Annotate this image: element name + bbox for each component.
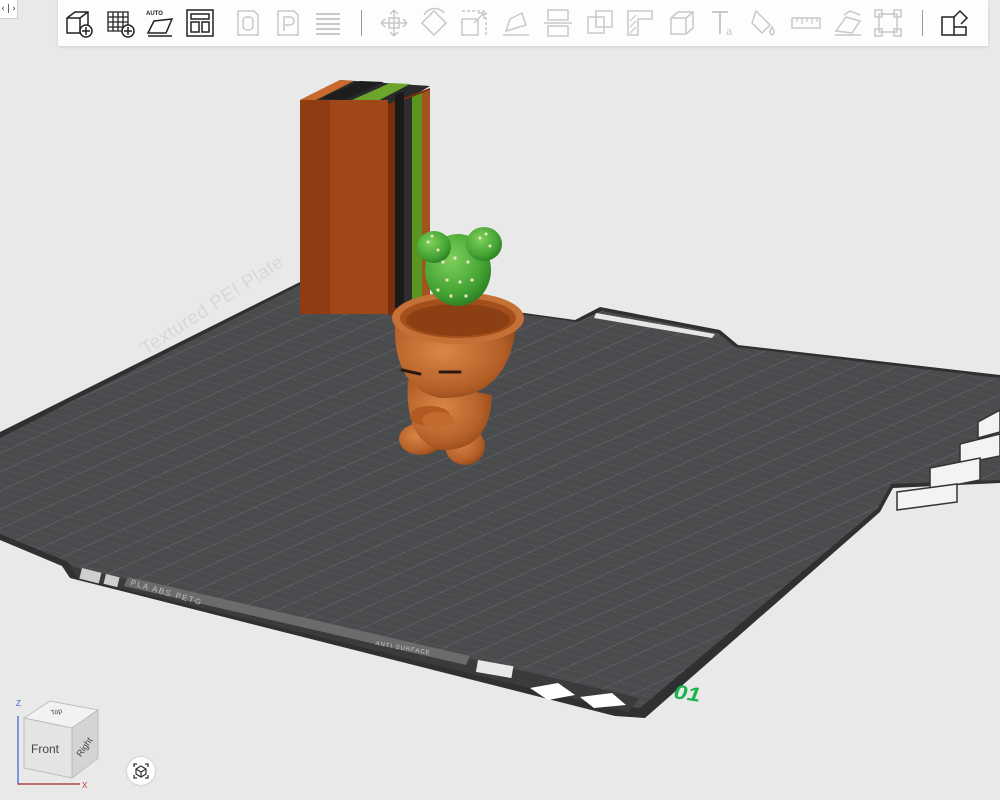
- main-toolbar: AUTO a: [58, 0, 988, 46]
- measure-icon: [791, 17, 821, 29]
- sidebar-toggle-button[interactable]: ‹|›: [0, 0, 18, 19]
- arrange-icon: [186, 9, 214, 37]
- assembly-button[interactable]: [832, 7, 864, 39]
- arrange-plate-icon[interactable]: [978, 412, 1000, 436]
- support-paint-icon: [627, 10, 653, 36]
- assembly-icon: [834, 10, 862, 36]
- add-object-button[interactable]: [62, 7, 94, 39]
- mesh-repair-button[interactable]: [872, 7, 904, 39]
- 3d-viewport[interactable]: [0, 0, 1000, 800]
- view-cube[interactable]: Top Front Right Z X: [10, 696, 110, 791]
- plate-number: 01: [672, 681, 702, 707]
- plate-type-icon[interactable]: [897, 485, 957, 509]
- arrange-button[interactable]: [184, 7, 216, 39]
- scale-icon: [461, 10, 487, 36]
- sidebar-toggle-icon: ‹|›: [0, 4, 17, 14]
- boolean-icon: [587, 10, 613, 34]
- assembly-view-icon: [941, 9, 969, 36]
- camera-view-icon: [133, 763, 149, 779]
- scale-button[interactable]: [458, 7, 490, 39]
- cut-button[interactable]: [542, 7, 574, 39]
- text-button[interactable]: a: [708, 7, 740, 39]
- color-paint-icon: [751, 9, 775, 36]
- camera-view-button[interactable]: [127, 757, 155, 785]
- text-icon: a: [712, 11, 733, 38]
- lay-on-face-icon: [503, 11, 529, 36]
- variable-layer-height-button[interactable]: [312, 7, 344, 39]
- measure-button[interactable]: [790, 7, 822, 39]
- support-paint-button[interactable]: [624, 7, 656, 39]
- plate-settings-icon[interactable]: [960, 436, 1000, 462]
- split-objects-button[interactable]: [232, 7, 264, 39]
- auto-orient-button[interactable]: AUTO: [144, 7, 176, 39]
- rotate-button[interactable]: [418, 7, 450, 39]
- split-parts-icon: [277, 10, 299, 36]
- variable-layer-height-icon: [316, 13, 340, 35]
- move-button[interactable]: [378, 7, 410, 39]
- svg-text:a: a: [726, 26, 733, 38]
- svg-text:AUTO: AUTO: [146, 11, 163, 17]
- add-plate-button[interactable]: [104, 7, 136, 39]
- seam-paint-icon: [670, 11, 694, 35]
- seam-paint-button[interactable]: [666, 7, 698, 39]
- color-paint-button[interactable]: [748, 7, 780, 39]
- split-parts-button[interactable]: [272, 7, 304, 39]
- assembly-view-button[interactable]: [938, 7, 970, 39]
- mesh-repair-icon: [874, 9, 902, 37]
- auto-orient-icon: AUTO: [146, 11, 174, 37]
- wipe-tower[interactable]: [300, 80, 430, 316]
- move-icon: [380, 9, 408, 37]
- add-object-icon: [66, 11, 93, 38]
- axis-z-label: Z: [16, 699, 21, 708]
- split-objects-icon: [237, 10, 259, 36]
- boolean-button[interactable]: [584, 7, 616, 39]
- axis-x-label: X: [82, 781, 88, 790]
- add-plate-icon: [107, 11, 135, 38]
- lay-on-face-button[interactable]: [500, 7, 532, 39]
- lock-plate-icon[interactable]: [930, 460, 980, 488]
- rotate-icon: [420, 7, 448, 37]
- view-cube-front[interactable]: Front: [31, 742, 59, 756]
- cut-icon: [544, 9, 572, 37]
